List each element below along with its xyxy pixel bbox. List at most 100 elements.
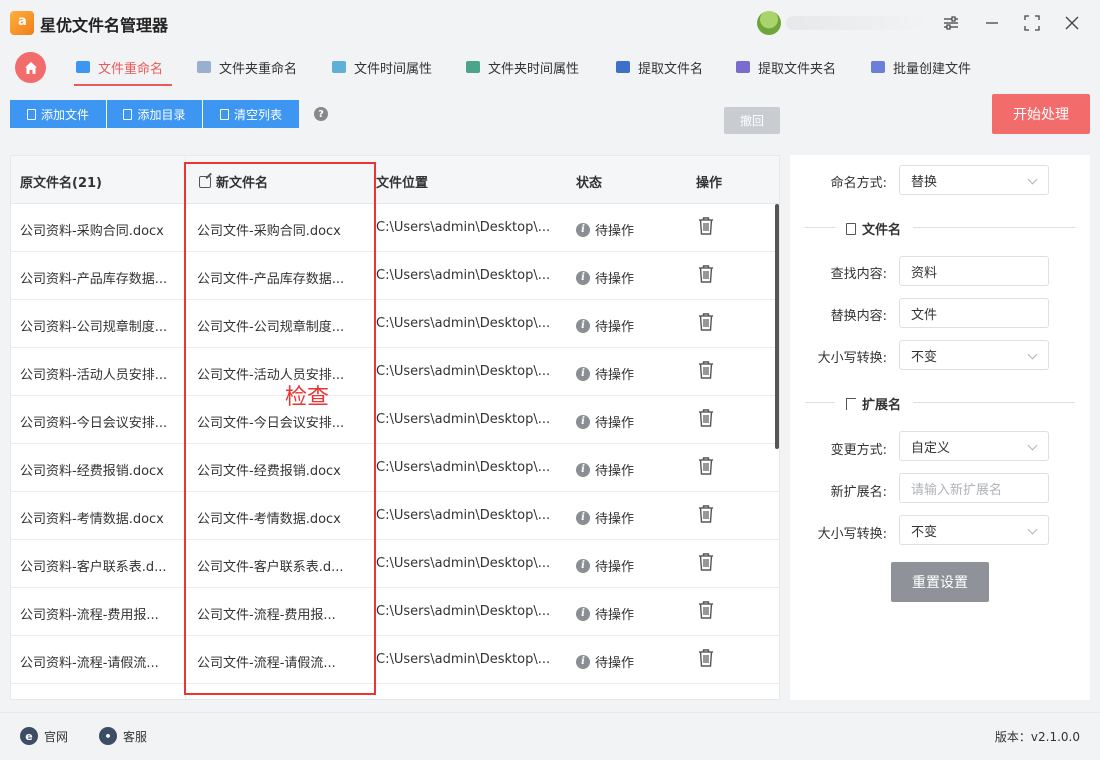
app-logo-icon [10, 11, 34, 35]
extension-case-select[interactable]: 不变 [899, 515, 1049, 545]
status-cell: i 待操作 [576, 220, 634, 239]
file-location: C:\Users\admin\Desktop\... [376, 268, 551, 283]
user-avatar[interactable] [757, 11, 781, 35]
minimize-icon[interactable] [981, 12, 1003, 34]
tab-7[interactable]: 批量创建文件 [871, 56, 971, 78]
table-row[interactable]: 公司资料-考情数据.docx 公司文件-考情数据.docx C:\Users\adm… [11, 492, 779, 540]
status-text: 待操作 [595, 320, 635, 335]
delete-row-button[interactable] [697, 216, 715, 236]
clear-list-button[interactable]: 清空列表 [203, 100, 299, 128]
delete-row-button[interactable] [697, 648, 715, 668]
table-row[interactable]: 公司资料-今日会议安排... 公司文件-今日会议安排... C:\Users\adm… [11, 396, 779, 444]
website-label: 官网 [44, 729, 69, 744]
change-mode-select[interactable]: 自定义 [899, 431, 1049, 461]
add-file-button[interactable]: 添加文件 [10, 100, 106, 128]
new-filename: 公司文件-流程-费用报... [197, 608, 336, 623]
delete-row-button[interactable] [697, 552, 715, 572]
case-convert-value: 不变 [911, 349, 938, 365]
batch-create-icon [871, 61, 885, 73]
help-icon[interactable]: ? [314, 107, 328, 121]
replace-input[interactable]: 文件 [899, 298, 1049, 328]
original-filename: 公司资料-经费报销.docx [20, 464, 164, 479]
info-icon: i [576, 558, 590, 573]
clear-list-label: 清空列表 [233, 107, 282, 122]
filename-section-label: 文件名 [862, 223, 902, 238]
status-cell: i 待操作 [576, 508, 634, 527]
tab-1[interactable]: 文件重命名 [76, 56, 163, 78]
status-text: 待操作 [595, 512, 635, 527]
website-link[interactable]: e 官网 [20, 727, 68, 745]
original-filename: 公司资料-采购合同.docx [20, 224, 164, 239]
table-row[interactable]: 公司资料-流程-请假流... 公司文件-流程-请假流... C:\Users\adm… [11, 636, 779, 684]
delete-row-button[interactable] [697, 408, 715, 428]
info-icon: i [576, 510, 590, 525]
add-directory-button[interactable]: 添加目录 [107, 100, 202, 128]
table-row[interactable]: 公司资料-客户联系表.d... 公司文件-客户联系表.d... C:\Users\a… [11, 540, 779, 588]
table-row[interactable]: 公司资料-流程-费用报... 公司文件-流程-费用报... C:\Users\adm… [11, 588, 779, 636]
original-filename: 公司资料-今日会议安排... [20, 416, 168, 431]
original-filename: 公司资料-公司规章制度... [20, 320, 168, 335]
table-row[interactable]: 公司资料-采购合同.docx 公司文件-采购合同.docx C:\Users\adm… [11, 204, 779, 252]
change-mode-value: 自定义 [911, 440, 951, 456]
trash-icon [697, 504, 715, 524]
new-filename: 公司文件-考情数据.docx [197, 512, 341, 527]
info-icon: i [576, 318, 590, 333]
new-extension-input[interactable]: 请输入新扩展名 [899, 473, 1049, 503]
undo-button[interactable]: 撤回 [724, 107, 780, 134]
case-convert-select[interactable]: 不变 [899, 340, 1049, 370]
close-icon[interactable] [1061, 12, 1083, 34]
tab-5[interactable]: 提取文件名 [616, 56, 703, 78]
status-text: 待操作 [595, 608, 635, 623]
tab-label: 文件重命名 [98, 61, 164, 77]
home-button[interactable] [15, 52, 46, 83]
header-original-name[interactable]: 原文件名(21) [20, 172, 102, 191]
trash-icon [697, 360, 715, 380]
header-new-name-label: 新文件名 [216, 176, 269, 191]
tab-3[interactable]: 文件时间属性 [332, 56, 432, 78]
section-divider [805, 402, 835, 403]
column-divider [185, 156, 186, 699]
header-status[interactable]: 状态 [576, 172, 602, 191]
rename-folder-icon [197, 61, 211, 73]
reset-settings-button[interactable]: 重置设置 [891, 562, 989, 602]
status-cell: i 待操作 [576, 412, 634, 431]
start-processing-button[interactable]: 开始处理 [992, 94, 1090, 134]
table-row[interactable]: 公司资料-公司规章制度... 公司文件-公司规章制度... C:\Users\adm… [11, 300, 779, 348]
table-row[interactable]: 公司资料-产品库存数据... 公司文件-产品库存数据... C:\Users\adm… [11, 252, 779, 300]
tab-6[interactable]: 提取文件夹名 [736, 56, 836, 78]
status-text: 待操作 [595, 368, 635, 383]
header-location[interactable]: 文件位置 [376, 172, 428, 191]
settings-panel [790, 155, 1090, 700]
file-time-icon [332, 61, 346, 73]
table-row[interactable]: 公司资料-经费报销.docx 公司文件-经费报销.docx C:\Users\adm… [11, 444, 779, 492]
delete-row-button[interactable] [697, 312, 715, 332]
tab-4[interactable]: 文件夹时间属性 [466, 56, 579, 78]
naming-mode-value: 替换 [911, 174, 938, 190]
maximize-icon[interactable] [1021, 12, 1043, 34]
table-scrollbar[interactable] [775, 204, 779, 449]
tab-2[interactable]: 文件夹重命名 [197, 56, 297, 78]
filename-section-title: 文件名 [846, 219, 901, 238]
app-title: 星优文件名管理器 [40, 16, 169, 35]
find-input[interactable]: 资料 [899, 256, 1049, 286]
new-filename: 公司文件-活动人员安排... [197, 368, 345, 383]
delete-row-button[interactable] [697, 600, 715, 620]
file-location: C:\Users\admin\Desktop\... [376, 220, 551, 235]
file-location: C:\Users\admin\Desktop\... [376, 508, 551, 523]
chat-bubble-icon: • [99, 727, 117, 745]
delete-row-button[interactable] [697, 456, 715, 476]
naming-mode-select[interactable]: 替换 [899, 165, 1049, 195]
delete-row-button[interactable] [697, 264, 715, 284]
tab-label: 文件时间属性 [354, 61, 433, 77]
header-new-name[interactable]: 新文件名 [199, 172, 268, 191]
table-row[interactable]: 公司资料-活动人员安排... 公司文件-活动人员安排... C:\Users\adm… [11, 348, 779, 396]
delete-row-button[interactable] [697, 360, 715, 380]
settings-sliders-icon[interactable] [940, 12, 962, 34]
status-text: 待操作 [595, 224, 635, 239]
delete-row-button[interactable] [697, 504, 715, 524]
info-icon: i [576, 462, 590, 477]
support-link[interactable]: • 客服 [99, 727, 147, 745]
tab-label: 提取文件夹名 [758, 61, 837, 77]
edit-icon [199, 175, 211, 188]
document-icon [846, 222, 856, 235]
